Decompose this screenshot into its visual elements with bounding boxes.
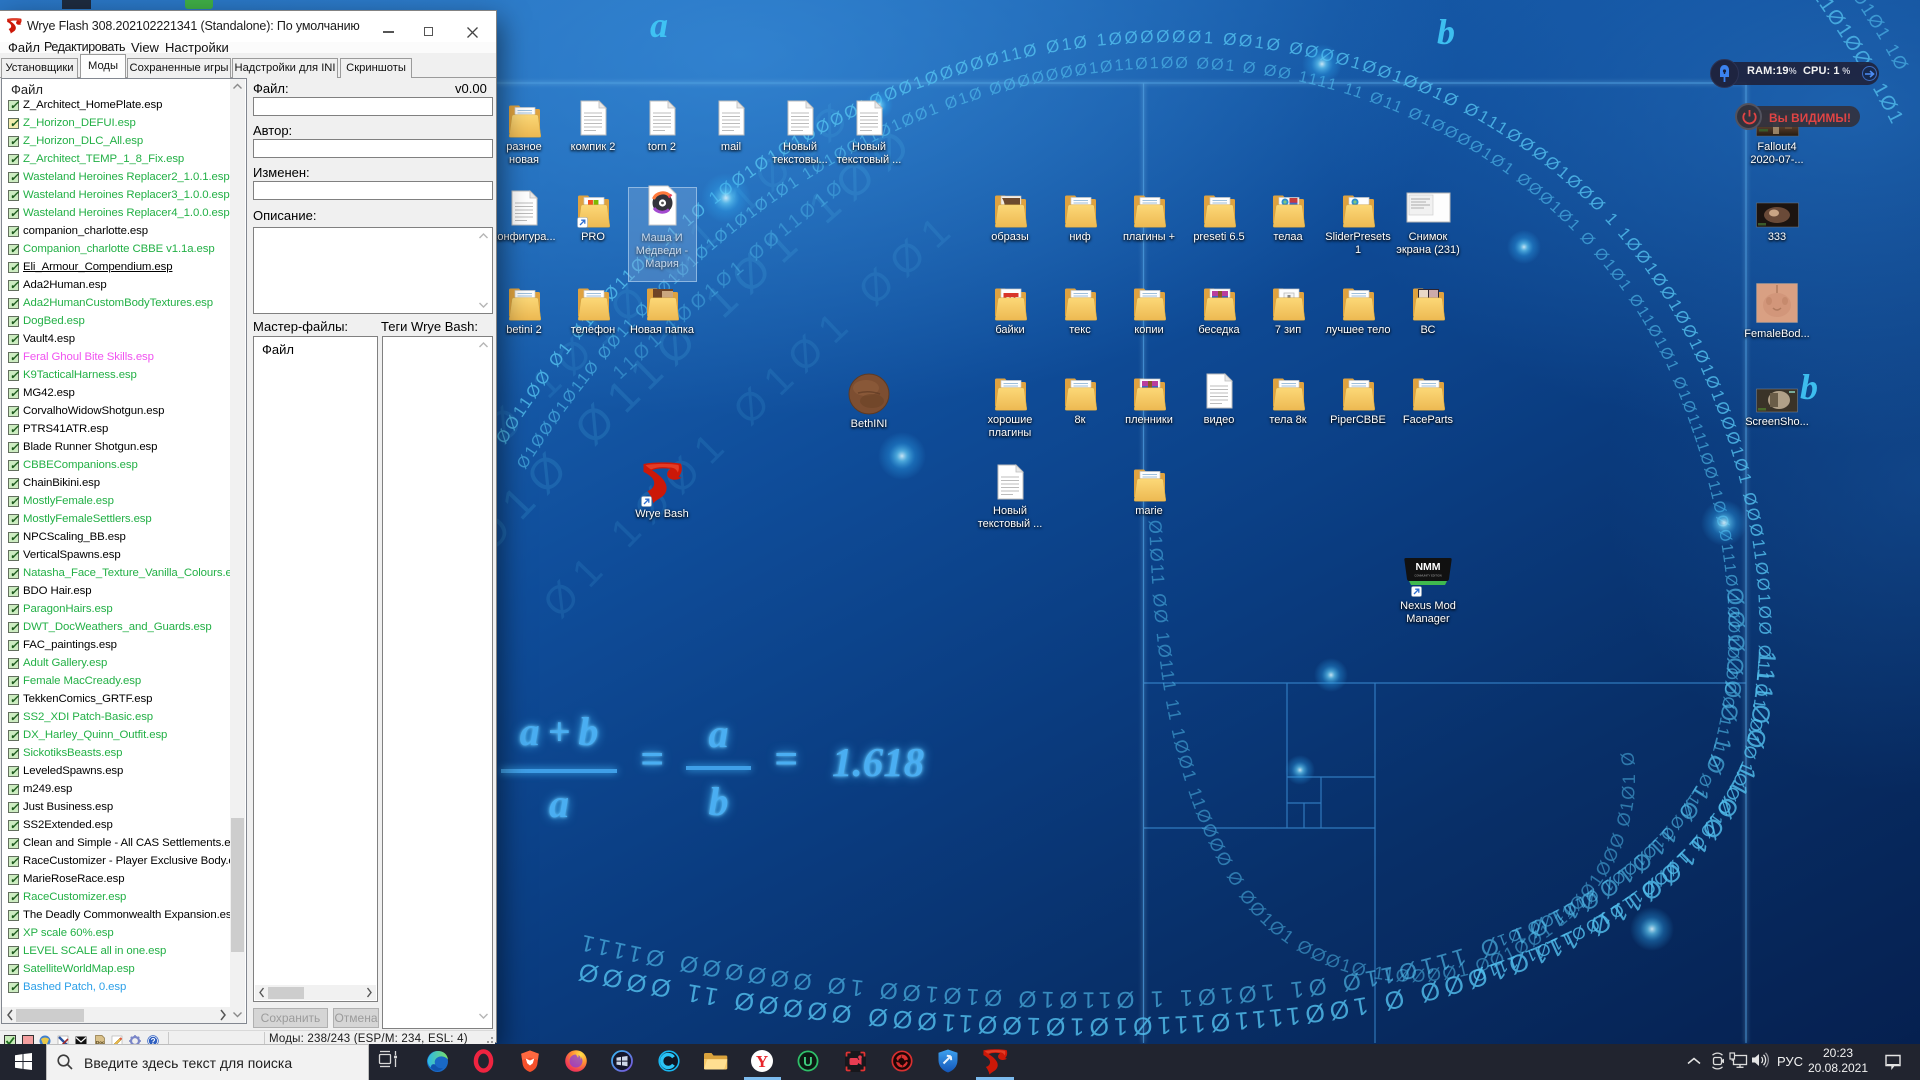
svg-text:NMM: NMM [1415, 561, 1440, 573]
svg-text:U: U [803, 1054, 812, 1069]
svg-text:Y: Y [756, 1052, 768, 1071]
svg-text:b: b [1437, 12, 1455, 52]
svg-text:a: a [650, 5, 668, 45]
svg-text:COMMUNITY EDITION: COMMUNITY EDITION [1414, 574, 1441, 578]
